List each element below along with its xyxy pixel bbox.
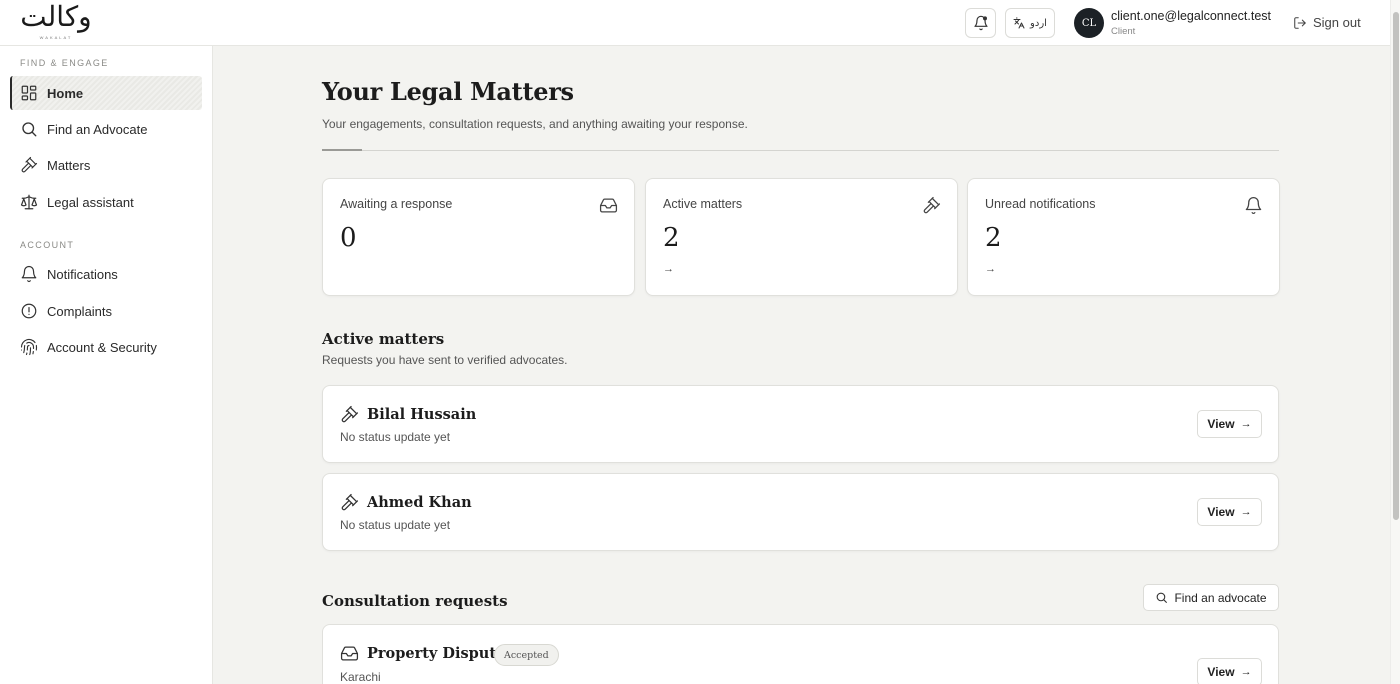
view-label: View — [1207, 505, 1235, 519]
sign-out-label: Sign out — [1313, 15, 1361, 30]
divider-accent — [322, 149, 362, 151]
sidebar-item-label: Find an Advocate — [47, 121, 148, 137]
stat-value: 2 — [985, 223, 1002, 253]
arrow-right-icon: → — [985, 263, 996, 275]
inbox-icon — [599, 196, 618, 215]
translate-icon — [1013, 17, 1025, 29]
logo-subtext: WAKALAT — [39, 35, 73, 40]
stat-card-unread-notifications[interactable]: Unread notifications 2 → — [967, 178, 1280, 296]
search-icon — [1155, 591, 1168, 604]
find-an-advocate-button[interactable]: Find an advocate — [1143, 584, 1279, 611]
gavel-icon — [20, 156, 38, 174]
sidebar: FIND & ENGAGE Home Find an Advocate Matt… — [0, 46, 213, 684]
sidebar-section-account: ACCOUNT — [20, 240, 75, 250]
sidebar-section-find: FIND & ENGAGE — [20, 58, 109, 68]
top-bar: وکالت WAKALAT اردو CL client.one@legalco… — [0, 0, 1390, 46]
avatar[interactable]: CL — [1074, 8, 1104, 38]
search-icon — [20, 120, 38, 138]
sidebar-item-matters[interactable]: Matters — [10, 148, 202, 182]
matter-card[interactable]: Ahmed Khan No status update yet View → — [322, 473, 1279, 551]
sign-out-button[interactable]: Sign out — [1293, 15, 1361, 30]
grid-icon — [20, 84, 38, 102]
sidebar-item-home[interactable]: Home — [10, 76, 202, 110]
status-badge: Accepted — [494, 644, 559, 666]
language-label: اردو — [1030, 17, 1047, 29]
language-toggle-button[interactable]: اردو — [1005, 8, 1055, 38]
sidebar-item-account-security[interactable]: Account & Security — [10, 330, 202, 364]
sidebar-item-complaints[interactable]: Complaints — [10, 294, 202, 328]
bell-icon — [1244, 196, 1263, 215]
stat-label: Awaiting a response — [340, 197, 453, 211]
arrow-right-icon: → — [663, 263, 674, 275]
scrollbar-thumb[interactable] — [1393, 12, 1399, 520]
matter-card[interactable]: Bilal Hussain No status update yet View … — [322, 385, 1279, 463]
page-title: Your Legal Matters — [322, 77, 574, 106]
user-email: client.one@legalconnect.test — [1111, 9, 1272, 23]
matter-name: Ahmed Khan — [367, 494, 472, 511]
page-subtitle: Your engagements, consultation requests,… — [322, 117, 748, 131]
consultation-card[interactable]: Property Dispute Accepted Karachi View → — [322, 624, 1279, 684]
matter-status: No status update yet — [340, 430, 451, 444]
bell-icon — [20, 265, 38, 283]
gavel-icon — [340, 405, 359, 424]
notifications-button[interactable] — [965, 8, 996, 38]
sidebar-item-label: Notifications — [47, 266, 118, 282]
brand-logo[interactable]: وکالت WAKALAT — [18, 0, 94, 42]
scales-icon — [20, 193, 38, 211]
sidebar-item-find-advocate[interactable]: Find an Advocate — [10, 112, 202, 146]
sidebar-item-notifications[interactable]: Notifications — [10, 257, 202, 291]
arrow-right-icon: → — [1240, 506, 1252, 518]
sidebar-item-label: Complaints — [47, 303, 113, 319]
logo-text: وکالت — [20, 0, 92, 33]
view-button[interactable]: View → — [1197, 410, 1262, 438]
stat-value: 2 — [663, 223, 680, 253]
gavel-icon — [340, 493, 359, 512]
main-content: Your Legal Matters Your engagements, con… — [214, 47, 1390, 684]
sidebar-item-legal-assistant[interactable]: Legal assistant — [10, 185, 202, 219]
inbox-icon — [340, 644, 359, 663]
consultation-city: Karachi — [340, 670, 381, 684]
arrow-right-icon: → — [1240, 418, 1252, 430]
stat-card-active-matters[interactable]: Active matters 2 → — [645, 178, 958, 296]
view-button[interactable]: View → — [1197, 658, 1262, 684]
stat-value: 0 — [340, 223, 357, 253]
gavel-icon — [922, 196, 941, 215]
view-label: View — [1207, 417, 1235, 431]
consultation-requests-title: Consultation requests — [322, 592, 508, 610]
stat-card-awaiting[interactable]: Awaiting a response 0 — [322, 178, 635, 296]
arrow-right-icon: → — [1240, 666, 1252, 678]
view-button[interactable]: View → — [1197, 498, 1262, 526]
sidebar-item-label: Matters — [47, 157, 91, 173]
matter-name: Bilal Hussain — [367, 406, 477, 423]
sidebar-item-label: Legal assistant — [47, 194, 134, 210]
sign-out-icon — [1293, 16, 1307, 30]
view-label: View — [1207, 665, 1235, 679]
alert-circle-icon — [20, 302, 38, 320]
bell-icon — [973, 15, 989, 31]
active-matters-subtitle: Requests you have sent to verified advoc… — [322, 353, 568, 367]
sidebar-item-label: Account & Security — [47, 339, 157, 355]
find-an-advocate-label: Find an advocate — [1174, 590, 1267, 605]
consultation-name: Property Dispute — [367, 645, 506, 662]
sidebar-item-label: Home — [47, 85, 84, 101]
active-matters-title: Active matters — [322, 330, 445, 348]
divider — [322, 150, 1279, 151]
fingerprint-icon — [20, 338, 38, 356]
scrollbar[interactable] — [1390, 0, 1400, 684]
stat-label: Unread notifications — [985, 197, 1096, 211]
user-role: Client — [1111, 26, 1136, 37]
stat-label: Active matters — [663, 197, 743, 211]
matter-status: No status update yet — [340, 518, 451, 532]
